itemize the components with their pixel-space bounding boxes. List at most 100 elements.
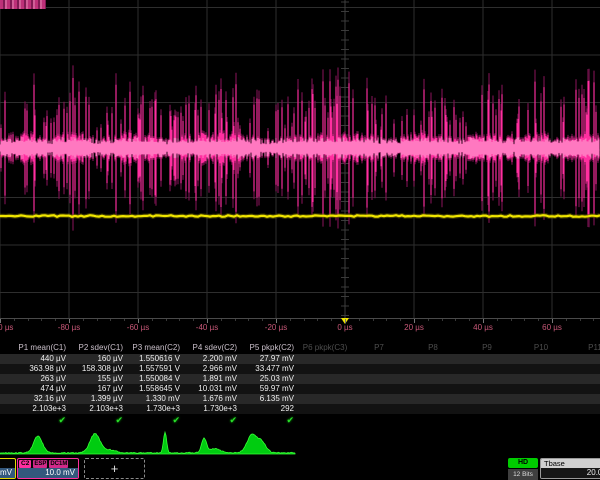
measurement-value: 1.550084 V [127, 374, 184, 384]
axis-minor-tick [400, 319, 401, 321]
channel-c1-descriptor[interactable]: DC1M 10.0 mV [0, 458, 16, 479]
spacer [0, 414, 13, 427]
measurement-value: 155 µV [70, 374, 127, 384]
axis-tick-label: -80 µs [58, 323, 80, 332]
measurement-value: 474 µV [13, 384, 70, 394]
measurement-header[interactable]: P1 mean(C1) [13, 342, 70, 354]
axis-major-tick [69, 319, 70, 323]
axis-minor-tick [152, 319, 153, 321]
axis-minor-tick [566, 319, 567, 321]
axis-major-tick [138, 319, 139, 323]
axis-minor-tick [455, 319, 456, 321]
axis-minor-tick [593, 319, 594, 321]
measurement-value: 1.330 mV [127, 394, 184, 404]
oscilloscope-screen: -100 µs-80 µs-60 µs-40 µs-20 µs0 µs20 µs… [0, 0, 600, 480]
measurement-value: 6.135 mV [241, 394, 298, 404]
timebase-title: Tbase [541, 459, 600, 468]
measurement-header[interactable]: P4 sdev(C2) [184, 342, 241, 354]
axis-tick-label: -100 µs [0, 323, 13, 332]
axis-minor-tick [55, 319, 56, 321]
table-row: 2.103e+32.103e+31.730e+31.730e+3292 [0, 404, 600, 414]
measurement-header[interactable]: P2 sdev(C1) [70, 342, 127, 354]
measurement-value: 27.97 mV [241, 354, 298, 364]
measurement-header-unused[interactable]: P8 [406, 342, 460, 354]
math-histogram-trace [0, 432, 295, 454]
axis-minor-tick [442, 319, 443, 321]
time-axis: -100 µs-80 µs-60 µs-40 µs-20 µs0 µs20 µs… [0, 318, 600, 336]
measurement-value: 158.308 µV [70, 364, 127, 374]
axis-tick-label: 60 µs [542, 323, 562, 332]
measurement-value: 1.558645 V [127, 384, 184, 394]
bottom-bar: DC1M 10.0 mV C2 ESP DC1M 10.0 mV + HD 12… [0, 457, 600, 480]
table-row: 474 µV167 µV1.558645 V10.031 mV59.97 mV [0, 384, 600, 394]
axis-major-tick [345, 319, 346, 323]
table-status-row: ✔✔✔✔✔ [0, 414, 600, 427]
axis-minor-tick [524, 319, 525, 321]
spacer [0, 354, 13, 364]
timebase-descriptor[interactable]: Tbase 20.0 µs [540, 458, 600, 479]
timebase-value: 20.0 µs [541, 468, 600, 478]
add-trace-button[interactable]: + [84, 458, 145, 479]
axis-minor-tick [386, 319, 387, 321]
measurement-header-unused[interactable]: P11 [568, 342, 600, 354]
axis-minor-tick [304, 319, 305, 321]
axis-tick-label: 40 µs [473, 323, 493, 332]
measurement-value: 2.103e+3 [13, 404, 70, 414]
measurement-value: 33.477 mV [241, 364, 298, 374]
hd-badge: HD [508, 458, 538, 468]
measurement-value: 363.98 µV [13, 364, 70, 374]
axis-minor-tick [83, 319, 84, 321]
measurement-value: 1.676 mV [184, 394, 241, 404]
axis-minor-tick [235, 319, 236, 321]
waveform-area[interactable] [0, 0, 600, 318]
table-row: 440 µV160 µV1.550616 V2.200 mV27.97 mV [0, 354, 600, 364]
axis-minor-tick [373, 319, 374, 321]
axis-minor-tick [124, 319, 125, 321]
c1-volts-per-div: 10.0 mV [0, 468, 15, 478]
axis-tick-label: -40 µs [196, 323, 218, 332]
axis-minor-tick [166, 319, 167, 321]
measurement-value: 167 µV [70, 384, 127, 394]
axis-tick-label: 20 µs [404, 323, 424, 332]
c2-esp-badge: ESP [33, 460, 47, 468]
axis-minor-tick [469, 319, 470, 321]
measurement-value: 25.03 mV [241, 374, 298, 384]
c2-channel-chip: C2 [19, 460, 31, 468]
axis-minor-tick [317, 319, 318, 321]
channel-c2-descriptor[interactable]: C2 ESP DC1M 10.0 mV [17, 458, 79, 479]
axis-major-tick [0, 319, 1, 323]
axis-minor-tick [580, 319, 581, 321]
axis-minor-tick [538, 319, 539, 321]
axis-tick-label: -60 µs [127, 323, 149, 332]
axis-major-tick [414, 319, 415, 323]
axis-minor-tick [14, 319, 15, 321]
axis-minor-tick [428, 319, 429, 321]
histogram-area[interactable] [0, 427, 600, 457]
axis-minor-tick [193, 319, 194, 321]
measurement-value: 59.97 mV [241, 384, 298, 394]
measurement-value: 292 [241, 404, 298, 414]
axis-minor-tick [290, 319, 291, 321]
axis-minor-tick [41, 319, 42, 321]
measurement-table: P1 mean(C1)P2 sdev(C1)P3 mean(C2)P4 sdev… [0, 342, 600, 427]
axis-major-tick [207, 319, 208, 323]
axis-minor-tick [221, 319, 222, 321]
measurement-value: 2.103e+3 [70, 404, 127, 414]
measurement-header-unused[interactable]: P7 [352, 342, 406, 354]
hd-bits-label: 12 Bits [508, 469, 538, 480]
measurement-header[interactable]: P5 pkpk(C2) [241, 342, 298, 354]
measurement-value: 440 µV [13, 354, 70, 364]
measurement-header[interactable]: P3 mean(C2) [127, 342, 184, 354]
measurement-value: 1.730e+3 [184, 404, 241, 414]
measurement-header-unused[interactable]: P9 [460, 342, 514, 354]
measurement-header-unused[interactable]: P10 [514, 342, 568, 354]
measurement-value: 10.031 mV [184, 384, 241, 394]
measurement-value: 1.399 µV [70, 394, 127, 404]
plus-icon: + [111, 461, 119, 476]
status-check-icon: ✔ [127, 414, 184, 427]
spacer [0, 342, 13, 354]
measurement-header-unused[interactable]: P6 pkpk(C3) [298, 342, 352, 354]
spacer [0, 394, 13, 404]
hd-mode-indicator[interactable]: HD 12 Bits [508, 458, 538, 480]
c2-coupling-badge: DC1M [49, 460, 68, 468]
